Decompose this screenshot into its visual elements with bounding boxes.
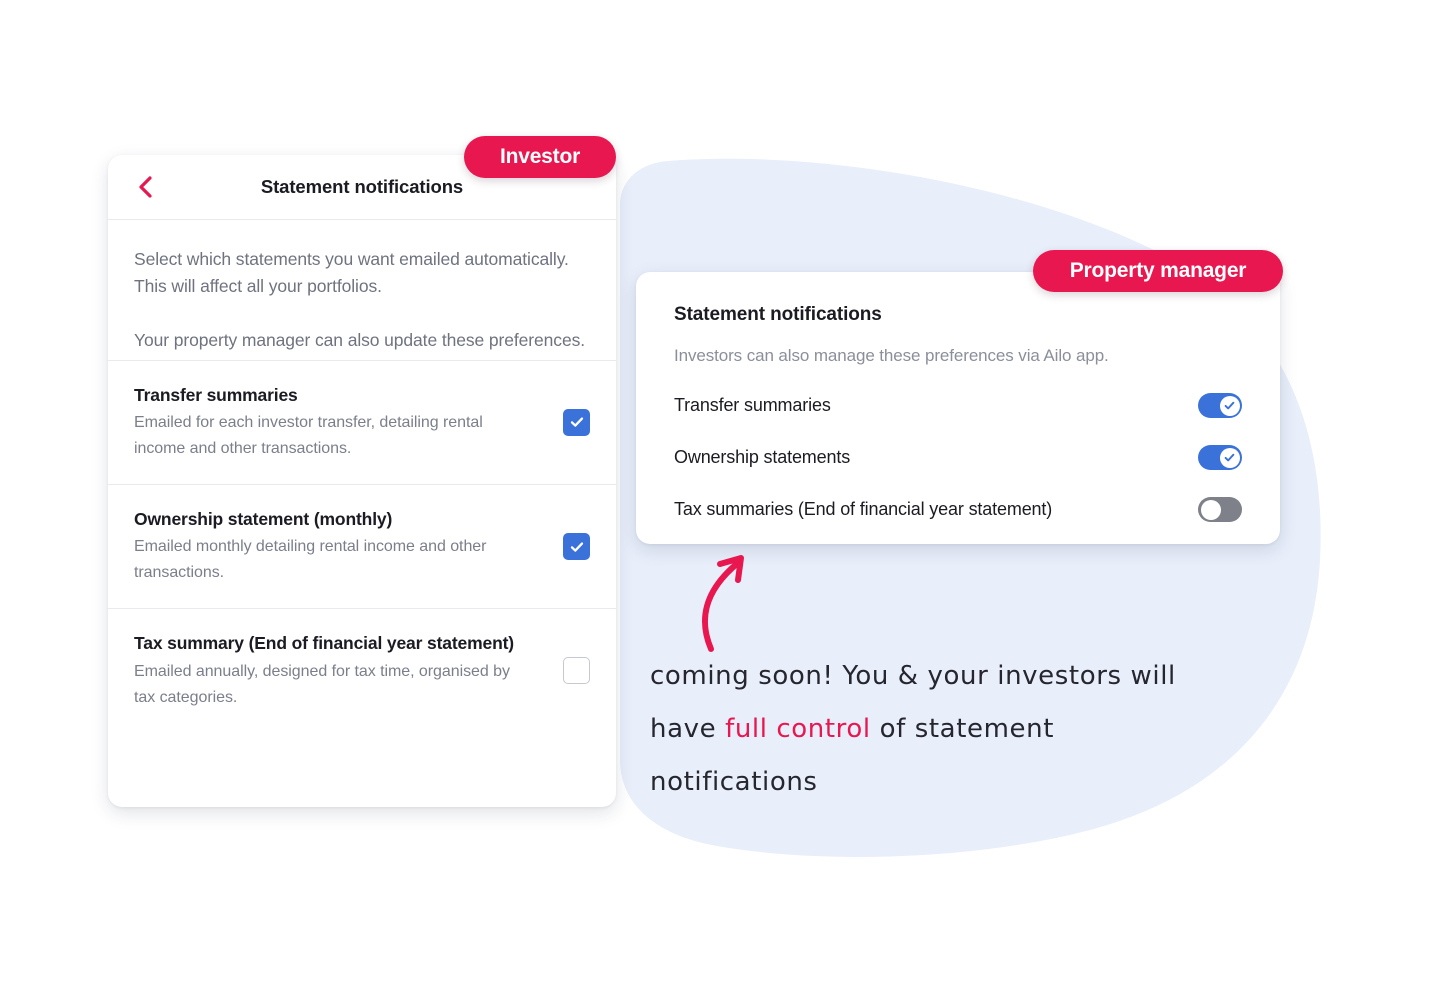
handwritten-annotation: coming soon! You & your investors will h… bbox=[650, 650, 1250, 809]
annotation-line-2-suffix: of statement bbox=[870, 714, 1054, 744]
curved-arrow-icon bbox=[701, 555, 744, 652]
pm-row-tax-summaries[interactable]: Tax summaries (End of financial year sta… bbox=[674, 497, 1242, 522]
list-item-description: Emailed monthly detailing rental income … bbox=[134, 538, 487, 582]
list-item-title: Transfer summaries bbox=[134, 384, 298, 405]
annotation-line-1: coming soon! You & your investors will bbox=[650, 650, 1250, 703]
list-item-text: Tax summary (End of financial year state… bbox=[134, 631, 534, 710]
toggle-knob bbox=[1200, 499, 1221, 520]
checkbox-tax-summary[interactable] bbox=[563, 657, 590, 685]
investor-preference-list: Transfer summaries Emailed for each inve… bbox=[108, 359, 616, 733]
badge-investor: Investor bbox=[464, 136, 616, 178]
checkbox-transfer-summaries[interactable] bbox=[563, 408, 590, 436]
badge-property-manager: Property manager bbox=[1033, 250, 1283, 292]
pm-card-title: Statement notifications bbox=[674, 304, 882, 325]
pm-row-label: Transfer summaries bbox=[674, 395, 831, 415]
list-item[interactable]: Ownership statement (monthly) Emailed mo… bbox=[108, 484, 616, 608]
annotation-line-2-prefix: have bbox=[650, 714, 726, 744]
intro-paragraph-2: Your property manager can also update th… bbox=[134, 329, 585, 350]
pm-row-ownership-statements[interactable]: Ownership statements bbox=[674, 445, 1242, 470]
list-item-text: Ownership statement (monthly) Emailed mo… bbox=[134, 507, 534, 586]
list-item-description: Emailed annually, designed for tax time,… bbox=[134, 662, 510, 706]
investor-settings-card: Statement notifications Select which sta… bbox=[108, 155, 616, 807]
toggle-tax-summaries[interactable] bbox=[1198, 497, 1242, 522]
pm-row-label: Ownership statements bbox=[674, 447, 851, 467]
list-item[interactable]: Tax summary (End of financial year state… bbox=[108, 608, 616, 732]
toggle-knob bbox=[1219, 395, 1240, 416]
list-item-title: Ownership statement (monthly) bbox=[134, 509, 393, 530]
checkbox-ownership-statement[interactable] bbox=[563, 533, 590, 561]
list-item-text: Transfer summaries Emailed for each inve… bbox=[134, 383, 534, 462]
property-manager-settings-card: Statement notifications Investors can al… bbox=[636, 272, 1280, 544]
check-icon bbox=[1224, 401, 1235, 410]
list-item[interactable]: Transfer summaries Emailed for each inve… bbox=[108, 359, 616, 484]
page-title: Statement notifications bbox=[260, 176, 464, 197]
annotation-highlight: full control bbox=[725, 714, 871, 744]
check-icon bbox=[1224, 453, 1235, 462]
check-icon bbox=[570, 417, 583, 428]
toggle-transfer-summaries[interactable] bbox=[1198, 393, 1242, 418]
toggle-knob bbox=[1219, 447, 1240, 468]
annotation-line-3: notifications bbox=[650, 756, 1250, 809]
pm-row-transfer-summaries[interactable]: Transfer summaries bbox=[674, 393, 1242, 418]
annotation-line-2: have full control of statement bbox=[650, 703, 1250, 756]
investor-intro-text: Select which statements you want emailed… bbox=[108, 220, 616, 360]
pm-row-label: Tax summaries (End of financial year sta… bbox=[674, 499, 1053, 519]
list-item-description: Emailed for each investor transfer, deta… bbox=[134, 414, 483, 458]
intro-paragraph-1: Select which statements you want emailed… bbox=[134, 249, 569, 297]
pm-card-subtitle: Investors can also manage these preferen… bbox=[674, 346, 1109, 365]
chevron-left-icon[interactable] bbox=[134, 176, 156, 198]
check-icon bbox=[570, 542, 583, 552]
screenshot-stage: Statement notifications Select which sta… bbox=[0, 0, 1440, 1000]
toggle-ownership-statements[interactable] bbox=[1198, 445, 1242, 470]
list-item-title: Tax summary (End of financial year state… bbox=[134, 633, 514, 654]
annotation-line-3-text: notifications bbox=[650, 767, 818, 797]
pm-card-body: Statement notifications Investors can al… bbox=[636, 272, 1280, 522]
annotation-line-1-text: coming soon! You & your investors will bbox=[650, 661, 1176, 691]
